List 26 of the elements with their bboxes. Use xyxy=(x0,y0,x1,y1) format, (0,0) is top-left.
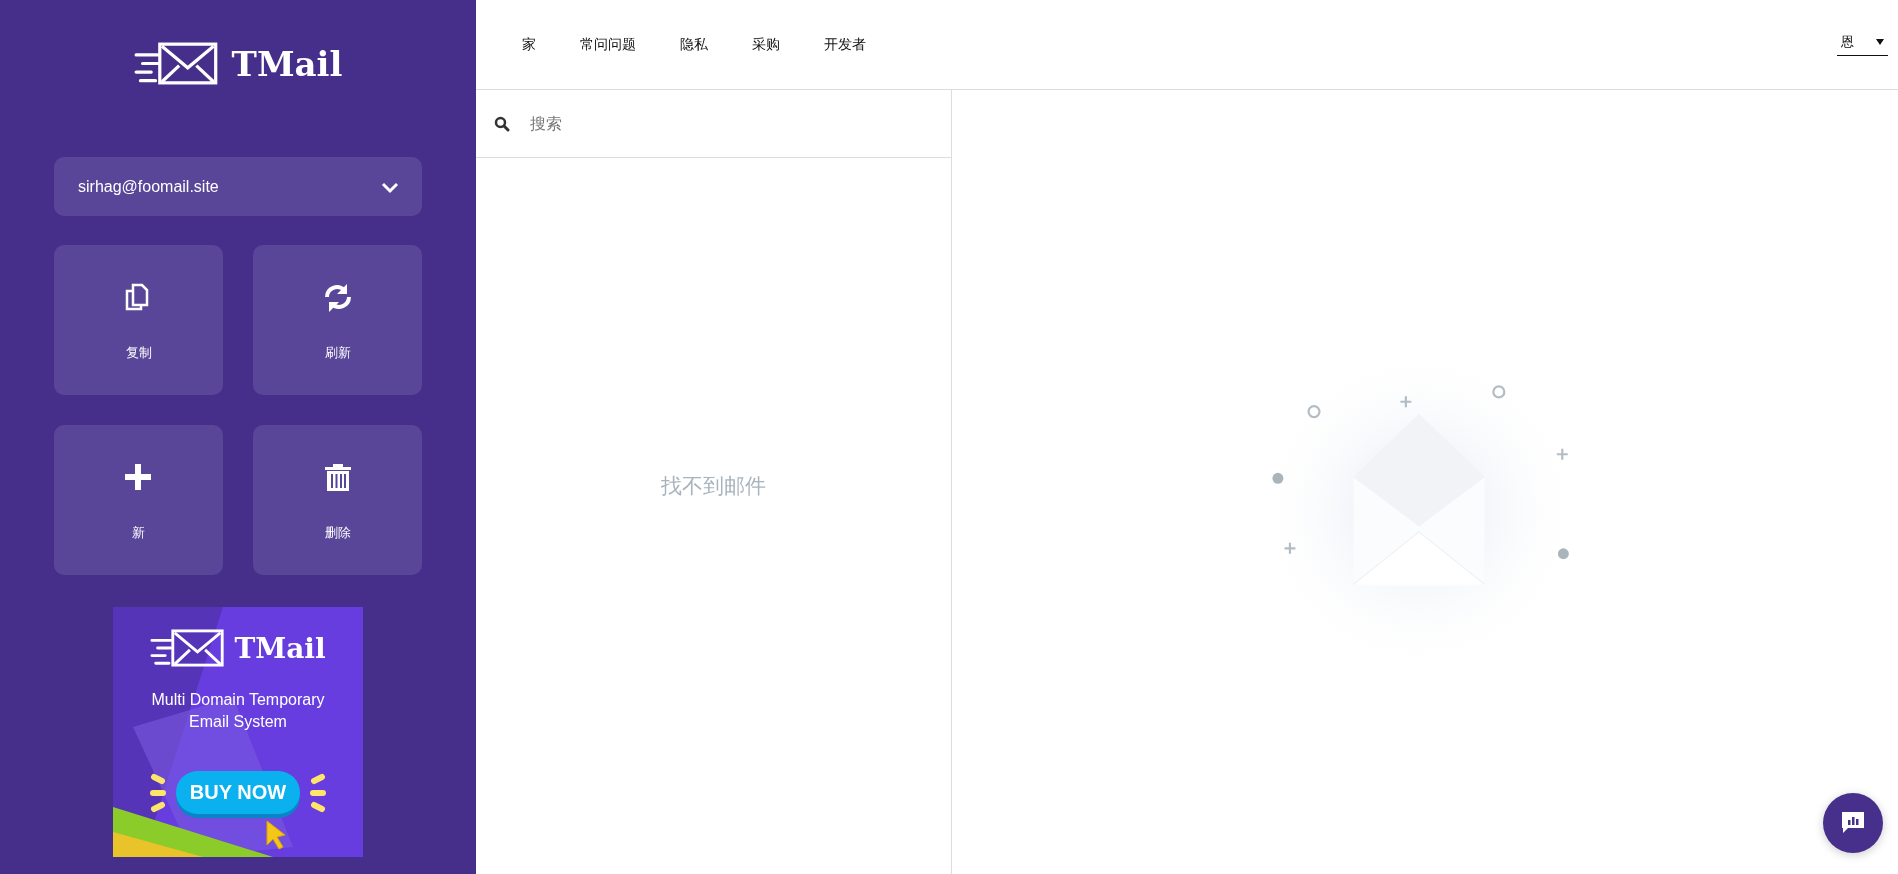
sparkle-icon xyxy=(310,772,327,813)
nav-link[interactable]: 常问问题 xyxy=(580,35,636,54)
action-tile[interactable]: 新 xyxy=(54,425,223,575)
action-tile[interactable]: 刷新 xyxy=(253,245,422,395)
nav-link[interactable]: 开发者 xyxy=(824,35,866,54)
nav-link[interactable]: 隐私 xyxy=(680,35,708,54)
empty-message: 找不到邮件 xyxy=(661,473,766,500)
sparkle-icon xyxy=(149,772,166,813)
envelope-logo-icon xyxy=(133,42,220,85)
logo-text: TMail xyxy=(231,43,343,84)
email-dropdown[interactable]: sirhag@foomail.site xyxy=(54,157,422,216)
caret-icon xyxy=(1876,39,1884,45)
nav-link[interactable]: 家 xyxy=(522,35,536,54)
search-icon xyxy=(494,115,510,132)
cursor-icon xyxy=(265,819,287,851)
ad-banner[interactable]: TMail Multi Domain Temporary Email System BUY NOW xyxy=(113,607,363,857)
chat-button[interactable] xyxy=(1823,793,1883,853)
logo-text: TMail xyxy=(234,631,326,665)
language-select[interactable]: 恩 xyxy=(1837,31,1888,56)
action-tile[interactable]: 删除 xyxy=(253,425,422,575)
nav-link[interactable]: 采购 xyxy=(752,35,780,54)
chart-message-icon xyxy=(1840,811,1866,835)
envelope-logo-icon xyxy=(150,629,227,667)
search-field[interactable]: 搜索 xyxy=(528,113,951,134)
action-tile[interactable]: 复制 xyxy=(54,245,223,395)
tagline: Multi Domain Temporary Email System xyxy=(150,690,326,732)
